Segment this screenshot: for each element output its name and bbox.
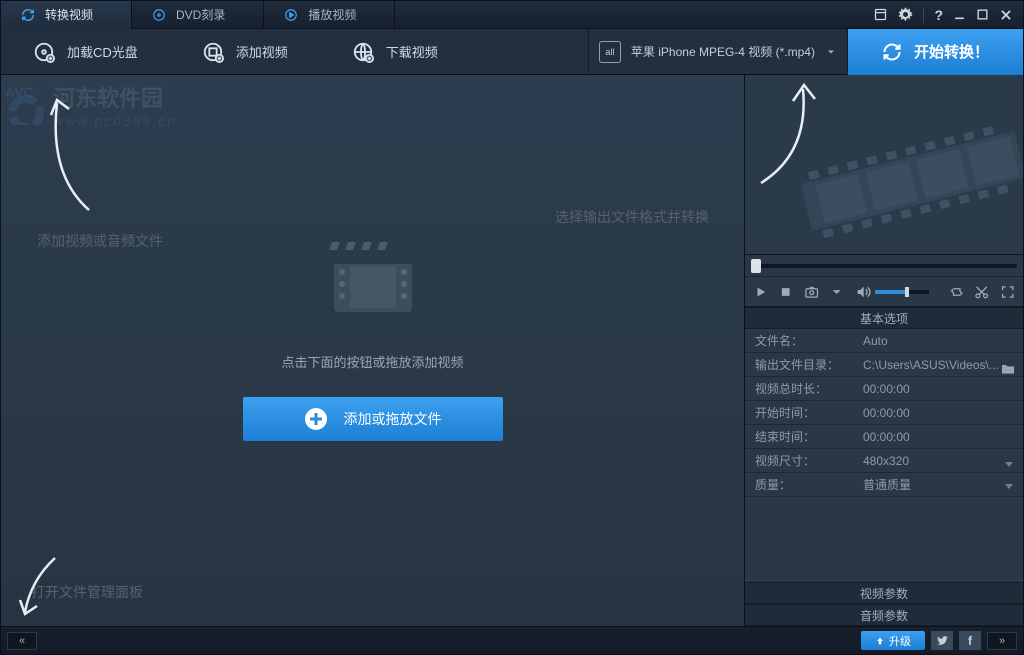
minimize-button[interactable] [953, 8, 966, 21]
duration-value: 00:00:00 [853, 382, 1023, 396]
hint-select-format: 选择输出文件格式并转换 [555, 207, 709, 227]
twitter-button[interactable] [931, 631, 953, 650]
arrow-annotation-3 [17, 554, 67, 624]
field-label: 输出文件目录： [745, 356, 853, 373]
button-label: 下载视频 [386, 42, 438, 61]
arrow-up-icon [875, 636, 885, 646]
refresh-icon [882, 42, 902, 62]
cut-icon[interactable] [974, 284, 989, 300]
row-video-size: 视频尺寸： 480x320 [745, 449, 1023, 473]
tab-label: 播放视频 [308, 6, 356, 23]
preview-area: 选择输出文件格式并转换 [745, 75, 1023, 255]
hint-add-file: 添加视频或音频文件 [37, 231, 163, 251]
start-convert-button[interactable]: 开始转换！ [848, 29, 1023, 75]
load-cd-button[interactable]: 加载CD光盘 [1, 29, 170, 75]
main-area: AVC 河东软件园 www.pc0359.cn 添加视频或音频文件 打开文件管理… [1, 75, 1023, 626]
field-label: 文件名： [745, 332, 853, 349]
field-label: 结束时间： [745, 428, 853, 445]
play-icon[interactable] [753, 284, 768, 300]
disc-icon [152, 8, 166, 22]
play-circle-icon [284, 8, 298, 22]
end-time-field[interactable]: 00:00:00 [853, 430, 1023, 444]
globe-plus-icon [352, 41, 374, 63]
video-size-dropdown[interactable]: 480x320 [853, 454, 1023, 468]
button-label: 开始转换！ [914, 41, 989, 62]
plus-circle-icon [304, 407, 328, 431]
collapse-right-toggle[interactable]: » [987, 632, 1017, 650]
format-all-icon: all [599, 41, 621, 63]
format-label: 苹果 iPhone MPEG-4 视频 (*.mp4) [631, 43, 815, 60]
fullscreen-icon[interactable] [1000, 284, 1015, 300]
volume-control[interactable] [855, 284, 929, 300]
properties-panel: 选择输出文件格式并转换 [745, 75, 1023, 626]
tab-dvd-burn[interactable]: DVD刻录 [132, 1, 264, 29]
tab-label: 转换视频 [45, 6, 93, 23]
maximize-button[interactable] [976, 8, 989, 21]
output-dir-field[interactable]: C:\Users\ASUS\Videos\... [853, 358, 1023, 372]
button-label: 加载CD光盘 [67, 42, 138, 61]
film-strip-icon [783, 105, 1023, 255]
filename-field[interactable]: Auto [853, 334, 1023, 348]
field-label: 开始时间： [745, 404, 853, 421]
svg-text:AVC: AVC [5, 84, 34, 100]
button-label: 添加或拖放文件 [344, 409, 442, 429]
field-label: 质量： [745, 476, 853, 493]
help-button[interactable]: ? [934, 7, 943, 23]
snapshot-dropdown-icon[interactable] [829, 284, 844, 300]
section-basic-options[interactable]: 基本选项 [745, 307, 1023, 329]
twitter-icon [936, 634, 949, 647]
row-quality: 质量： 普通质量 [745, 473, 1023, 497]
folder-browse-icon[interactable] [999, 361, 1017, 377]
tab-play-video[interactable]: 播放视频 [264, 1, 395, 29]
gear-icon[interactable] [898, 7, 913, 22]
drop-hint-text: 点击下面的按钮或拖放添加视频 [281, 352, 463, 371]
disc-plus-icon [33, 41, 55, 63]
collapse-left-toggle[interactable]: « [7, 632, 37, 650]
row-filename: 文件名： Auto [745, 329, 1023, 353]
clapperboard-icon [318, 220, 428, 330]
close-button[interactable] [999, 8, 1013, 22]
chevron-down-icon [825, 46, 837, 58]
refresh-icon [21, 8, 35, 22]
arrow-annotation-1 [39, 95, 109, 215]
field-label: 视频尺寸： [745, 452, 853, 469]
add-or-drop-button[interactable]: 添加或拖放文件 [243, 397, 503, 441]
field-label: 视频总时长： [745, 380, 853, 397]
section-video-params[interactable]: 视频参数 [745, 582, 1023, 604]
divider [923, 7, 924, 23]
recent-icon[interactable] [873, 7, 888, 22]
section-audio-params[interactable]: 音频参数 [745, 604, 1023, 626]
file-drop-pane[interactable]: AVC 河东软件园 www.pc0359.cn 添加视频或音频文件 打开文件管理… [1, 75, 745, 626]
upgrade-button[interactable]: 升级 [861, 631, 925, 650]
preview-controls [745, 277, 1023, 307]
statusbar: « 升级 f » [1, 626, 1023, 654]
chevron-down-icon [1005, 484, 1013, 489]
seek-slider[interactable] [745, 255, 1023, 277]
volume-icon [855, 284, 871, 300]
add-video-button[interactable]: 添加视频 [170, 29, 320, 75]
tab-convert-video[interactable]: 转换视频 [1, 1, 132, 29]
stop-icon[interactable] [778, 284, 793, 300]
main-tabs: 转换视频 DVD刻录 播放视频 [1, 1, 863, 29]
snapshot-icon[interactable] [804, 284, 819, 300]
toolbar: 加载CD光盘 添加视频 下载视频 all 苹果 iPhone MPEG-4 视频… [1, 29, 1023, 75]
facebook-button[interactable]: f [959, 631, 981, 650]
quality-dropdown[interactable]: 普通质量 [853, 476, 1023, 493]
row-start-time: 开始时间： 00:00:00 [745, 401, 1023, 425]
download-video-button[interactable]: 下载视频 [320, 29, 470, 75]
output-format-dropdown[interactable]: all 苹果 iPhone MPEG-4 视频 (*.mp4) [588, 29, 848, 75]
button-label: 升级 [889, 633, 911, 649]
row-end-time: 结束时间： 00:00:00 [745, 425, 1023, 449]
chevron-down-icon [1005, 462, 1013, 467]
film-plus-icon [202, 41, 224, 63]
loop-icon[interactable] [949, 284, 964, 300]
basic-options-table: 文件名： Auto 输出文件目录： C:\Users\ASUS\Videos\.… [745, 329, 1023, 497]
row-output-dir: 输出文件目录： C:\Users\ASUS\Videos\... [745, 353, 1023, 377]
button-label: 添加视频 [236, 42, 288, 61]
start-time-field[interactable]: 00:00:00 [853, 406, 1023, 420]
titlebar: 转换视频 DVD刻录 播放视频 ? [1, 1, 1023, 29]
window-controls: ? [863, 7, 1023, 23]
row-total-duration: 视频总时长： 00:00:00 [745, 377, 1023, 401]
tab-label: DVD刻录 [176, 6, 225, 23]
